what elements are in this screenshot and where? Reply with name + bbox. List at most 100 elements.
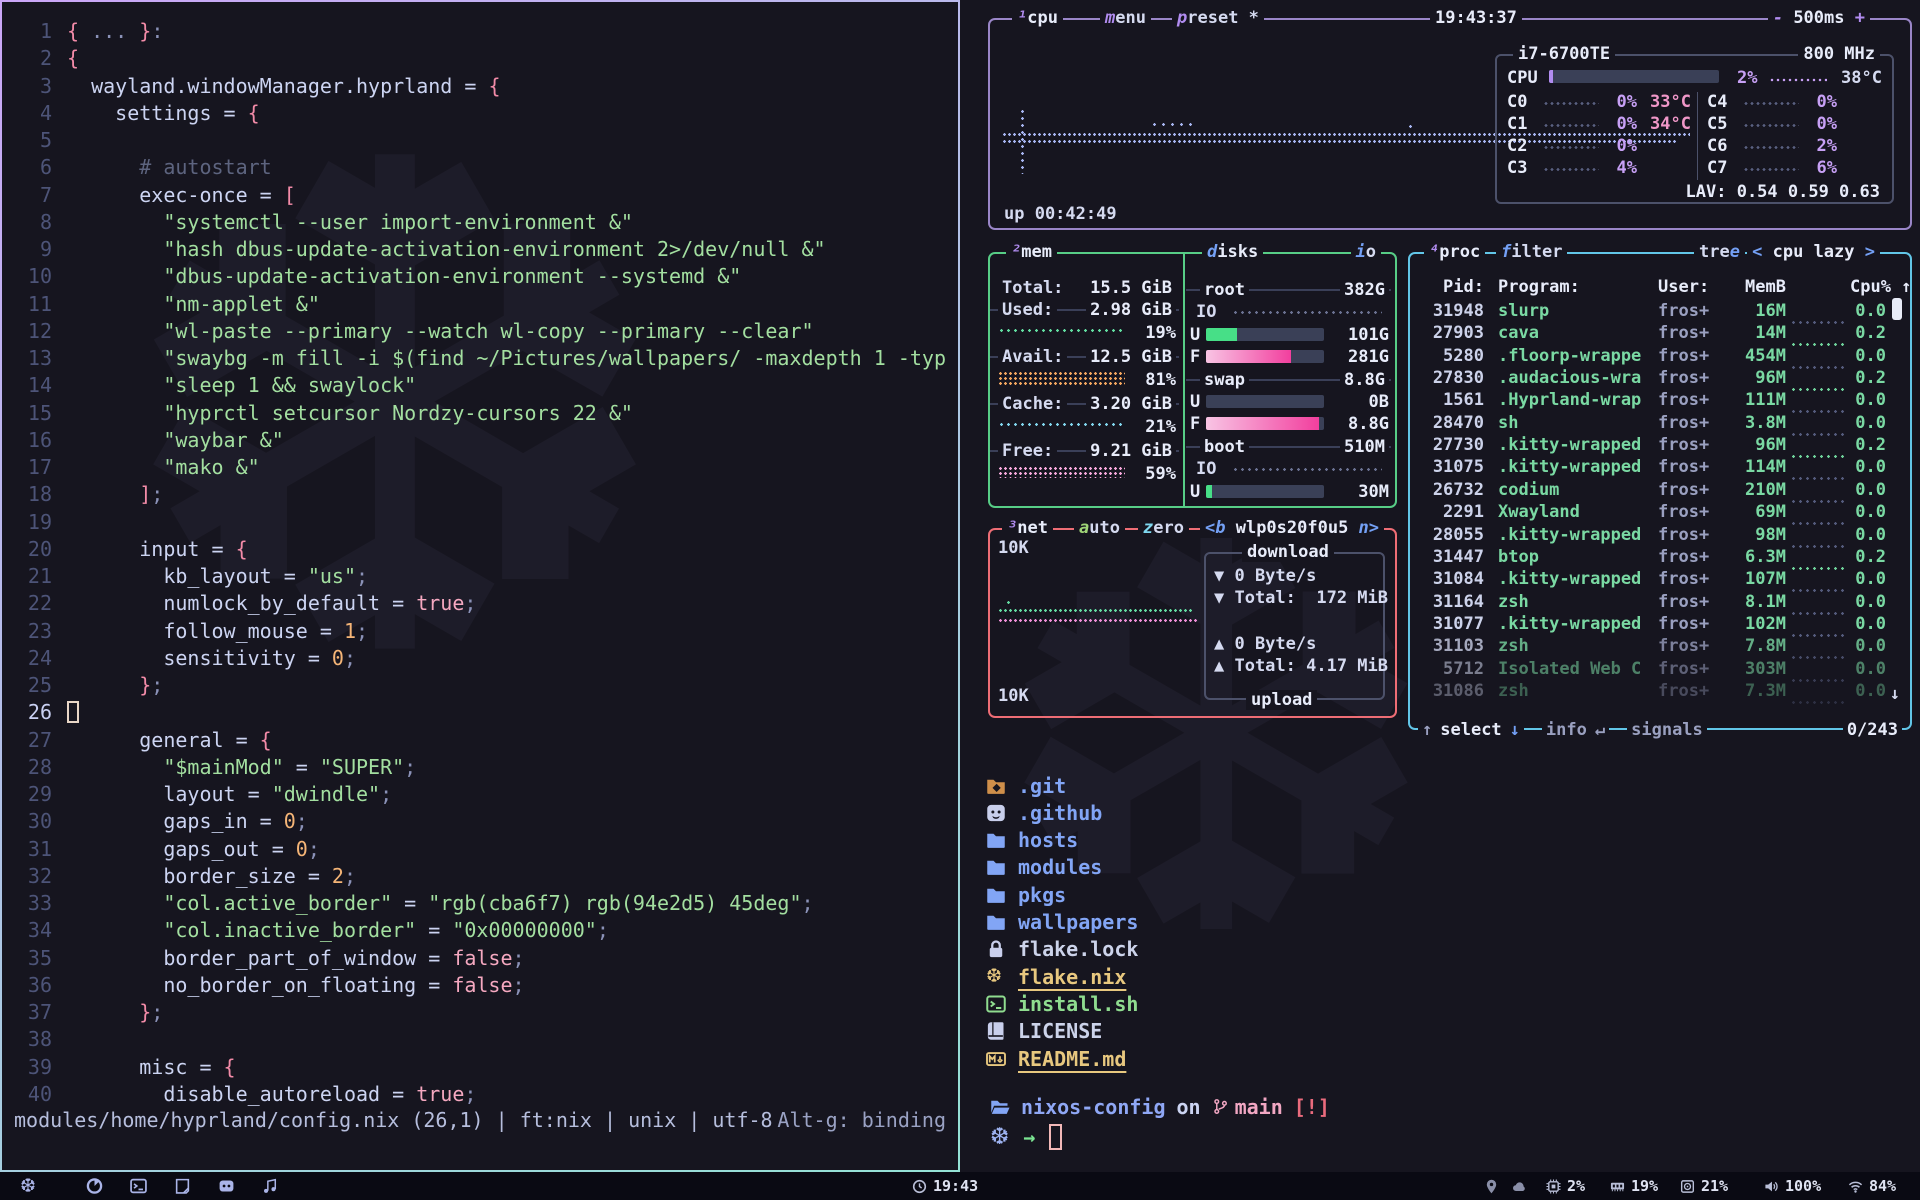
code-text: { — [67, 45, 79, 72]
process-row[interactable]: 2291Xwaylandfros+69M0.0 — [1424, 501, 1886, 523]
proc-cpu: 0.0 — [1850, 614, 1886, 634]
process-row[interactable]: 31447btopfros+6.3M0.2 — [1424, 546, 1886, 568]
preset-button[interactable]: preset * — [1172, 8, 1264, 28]
proc-pid: 28470 — [1424, 413, 1484, 433]
proc-program: codium — [1498, 480, 1658, 500]
proc-scrollbar-thumb[interactable] — [1892, 298, 1902, 320]
proc-tree-button[interactable]: tree — [1694, 242, 1745, 262]
proc-cpu: 0.0 — [1850, 502, 1886, 522]
disks-io-toggle[interactable]: io — [1351, 242, 1382, 262]
file-row[interactable]: .github — [986, 799, 1102, 826]
waybar-clock[interactable]: 19:43 — [912, 1172, 978, 1200]
editor-window[interactable]: 1{ ... }:2{3 wayland.windowManager.hyprl… — [0, 0, 960, 1172]
proc-filter-button[interactable]: filter — [1496, 242, 1567, 262]
proc-box: ⁴proc filter tree < cpu lazy > Pid: Prog… — [1408, 252, 1912, 730]
code-line: 40 disable_autoreload = true; — [2, 1081, 956, 1108]
file-row[interactable]: install.sh — [986, 990, 1138, 1017]
disks-divider — [1183, 254, 1185, 506]
file-row[interactable]: hosts — [986, 827, 1078, 854]
discord-launcher-icon[interactable] — [218, 1178, 235, 1195]
prompt-on: on — [1177, 1095, 1201, 1119]
code-text: "nm-applet &" — [67, 291, 320, 318]
menu-button[interactable]: menu — [1100, 8, 1151, 28]
firefox-launcher-icon[interactable] — [86, 1178, 103, 1195]
code-text: "hyprctl setcursor Nordzy-cursors 22 &" — [67, 400, 633, 427]
disk-bar-fill — [1206, 350, 1291, 363]
proc-pid: 27903 — [1424, 323, 1484, 343]
code-line: 20 input = { — [2, 536, 956, 563]
code-area[interactable]: 1{ ... }:2{3 wayland.windowManager.hyprl… — [2, 18, 956, 1108]
module-chip[interactable]: 2% — [1546, 1172, 1585, 1200]
line-number: 23 — [2, 618, 67, 645]
file-row[interactable]: wallpapers — [986, 909, 1138, 936]
terminal-window[interactable]: .git.githubhostsmodulespkgswallpapersfla… — [960, 738, 1920, 1172]
process-row[interactable]: 27830.audacious-wrafros+96M0.2 — [1424, 367, 1886, 389]
code-text — [67, 699, 79, 726]
process-row[interactable]: 26732codiumfros+210M0.0 — [1424, 479, 1886, 501]
file-row[interactable]: flake.lock — [986, 936, 1138, 963]
file-row[interactable]: modules — [986, 854, 1102, 881]
net-auto-button[interactable]: auto — [1074, 518, 1125, 538]
file-row[interactable]: .git — [986, 772, 1066, 799]
cloud-tray-icon[interactable] — [1512, 1172, 1527, 1200]
line-number: 21 — [2, 563, 67, 590]
process-row[interactable]: 27730.kitty-wrappedfros+96M0.2 — [1424, 434, 1886, 456]
process-row[interactable]: 27903cavafros+14M0.2 — [1424, 322, 1886, 344]
update-interval-control[interactable]: - 500ms + — [1768, 8, 1870, 28]
proc-sort-control[interactable]: < cpu lazy > — [1747, 242, 1880, 262]
terminal-launcher-icon[interactable] — [130, 1178, 147, 1195]
disk-name-row[interactable]: boot510M — [1200, 437, 1389, 457]
info-button[interactable]: info — [1542, 720, 1591, 740]
proc-pid: 31948 — [1424, 301, 1484, 321]
process-row[interactable]: 1561.Hyprland-wrapfros+111M0.0 — [1424, 389, 1886, 411]
module-wifi[interactable]: 84% — [1848, 1172, 1896, 1200]
select-up-key[interactable]: ↑ — [1418, 720, 1436, 740]
process-row[interactable]: 31077.kitty-wrappedfros+102M0.0 — [1424, 613, 1886, 635]
process-row[interactable]: 28055.kitty-wrappedfros+98M0.0 — [1424, 524, 1886, 546]
tab-net[interactable]: ³net — [1002, 518, 1053, 538]
net-download-graph — [998, 608, 1194, 613]
process-row[interactable]: 31075.kitty-wrappedfros+114M0.0 — [1424, 456, 1886, 478]
book-icon — [986, 1021, 1006, 1041]
process-row[interactable]: 31084.kitty-wrappedfros+107M0.0 — [1424, 568, 1886, 590]
proc-mem: 14M — [1728, 323, 1786, 343]
process-row[interactable]: 5280.floorp-wrappefros+454M0.0 — [1424, 345, 1886, 367]
file-row[interactable]: LICENSE — [986, 1018, 1102, 1045]
nix-launcher-icon[interactable]: ❆ — [20, 1175, 36, 1197]
process-row[interactable]: 28470shfros+3.8M0.0 — [1424, 412, 1886, 434]
net-interface-switcher[interactable]: <b wlp0s20f0u5 n> — [1200, 518, 1384, 538]
process-row[interactable]: 5712Isolated Web Cfros+303M0.0 — [1424, 658, 1886, 680]
process-row[interactable]: 31164zshfros+8.1M0.0 — [1424, 591, 1886, 613]
select-down-key[interactable]: ↓ — [1506, 720, 1524, 740]
code-line: 24 sensitivity = 0; — [2, 645, 956, 672]
cpu-model: i7-6700TE — [1513, 44, 1615, 64]
module-volume[interactable]: 100% — [1764, 1172, 1821, 1200]
tab-cpu[interactable]: ¹cpu — [1012, 8, 1063, 28]
file-row[interactable]: pkgs — [986, 881, 1066, 908]
file-row[interactable]: README.md — [986, 1045, 1126, 1072]
pin-tray-icon[interactable] — [1484, 1172, 1499, 1200]
select-label[interactable]: select — [1436, 720, 1505, 740]
notes-launcher-icon[interactable] — [174, 1178, 191, 1195]
tab-proc[interactable]: ⁴proc — [1424, 242, 1485, 262]
module-ram[interactable]: 19% — [1610, 1172, 1658, 1200]
module-drive[interactable]: 21% — [1680, 1172, 1728, 1200]
disk-name-row[interactable]: swap8.8G — [1200, 370, 1389, 390]
tab-mem[interactable]: ²mem — [1006, 242, 1057, 262]
file-row[interactable]: ❆flake.nix — [986, 963, 1126, 990]
line-number: 31 — [2, 836, 67, 863]
process-row[interactable]: 31086zshfros+7.3M0.0 — [1424, 680, 1886, 702]
proc-cpu: 0.0 — [1850, 457, 1886, 477]
line-number: 33 — [2, 890, 67, 917]
file-name: .git — [1018, 774, 1066, 798]
tab-disks[interactable]: disks — [1202, 242, 1263, 262]
shell-input-line[interactable]: ❆ → — [990, 1122, 1062, 1152]
net-zero-button[interactable]: zero — [1138, 518, 1189, 538]
process-row[interactable]: 31103zshfros+7.8M0.0 — [1424, 635, 1886, 657]
folder-icon — [986, 912, 1006, 932]
process-row[interactable]: 31948slurpfros+16M0.0 — [1424, 300, 1886, 322]
signals-button[interactable]: signals — [1627, 720, 1707, 740]
disk-name-row[interactable]: root382G — [1200, 280, 1389, 300]
upload-label: upload — [1246, 690, 1317, 710]
music-launcher-icon[interactable] — [262, 1178, 279, 1195]
